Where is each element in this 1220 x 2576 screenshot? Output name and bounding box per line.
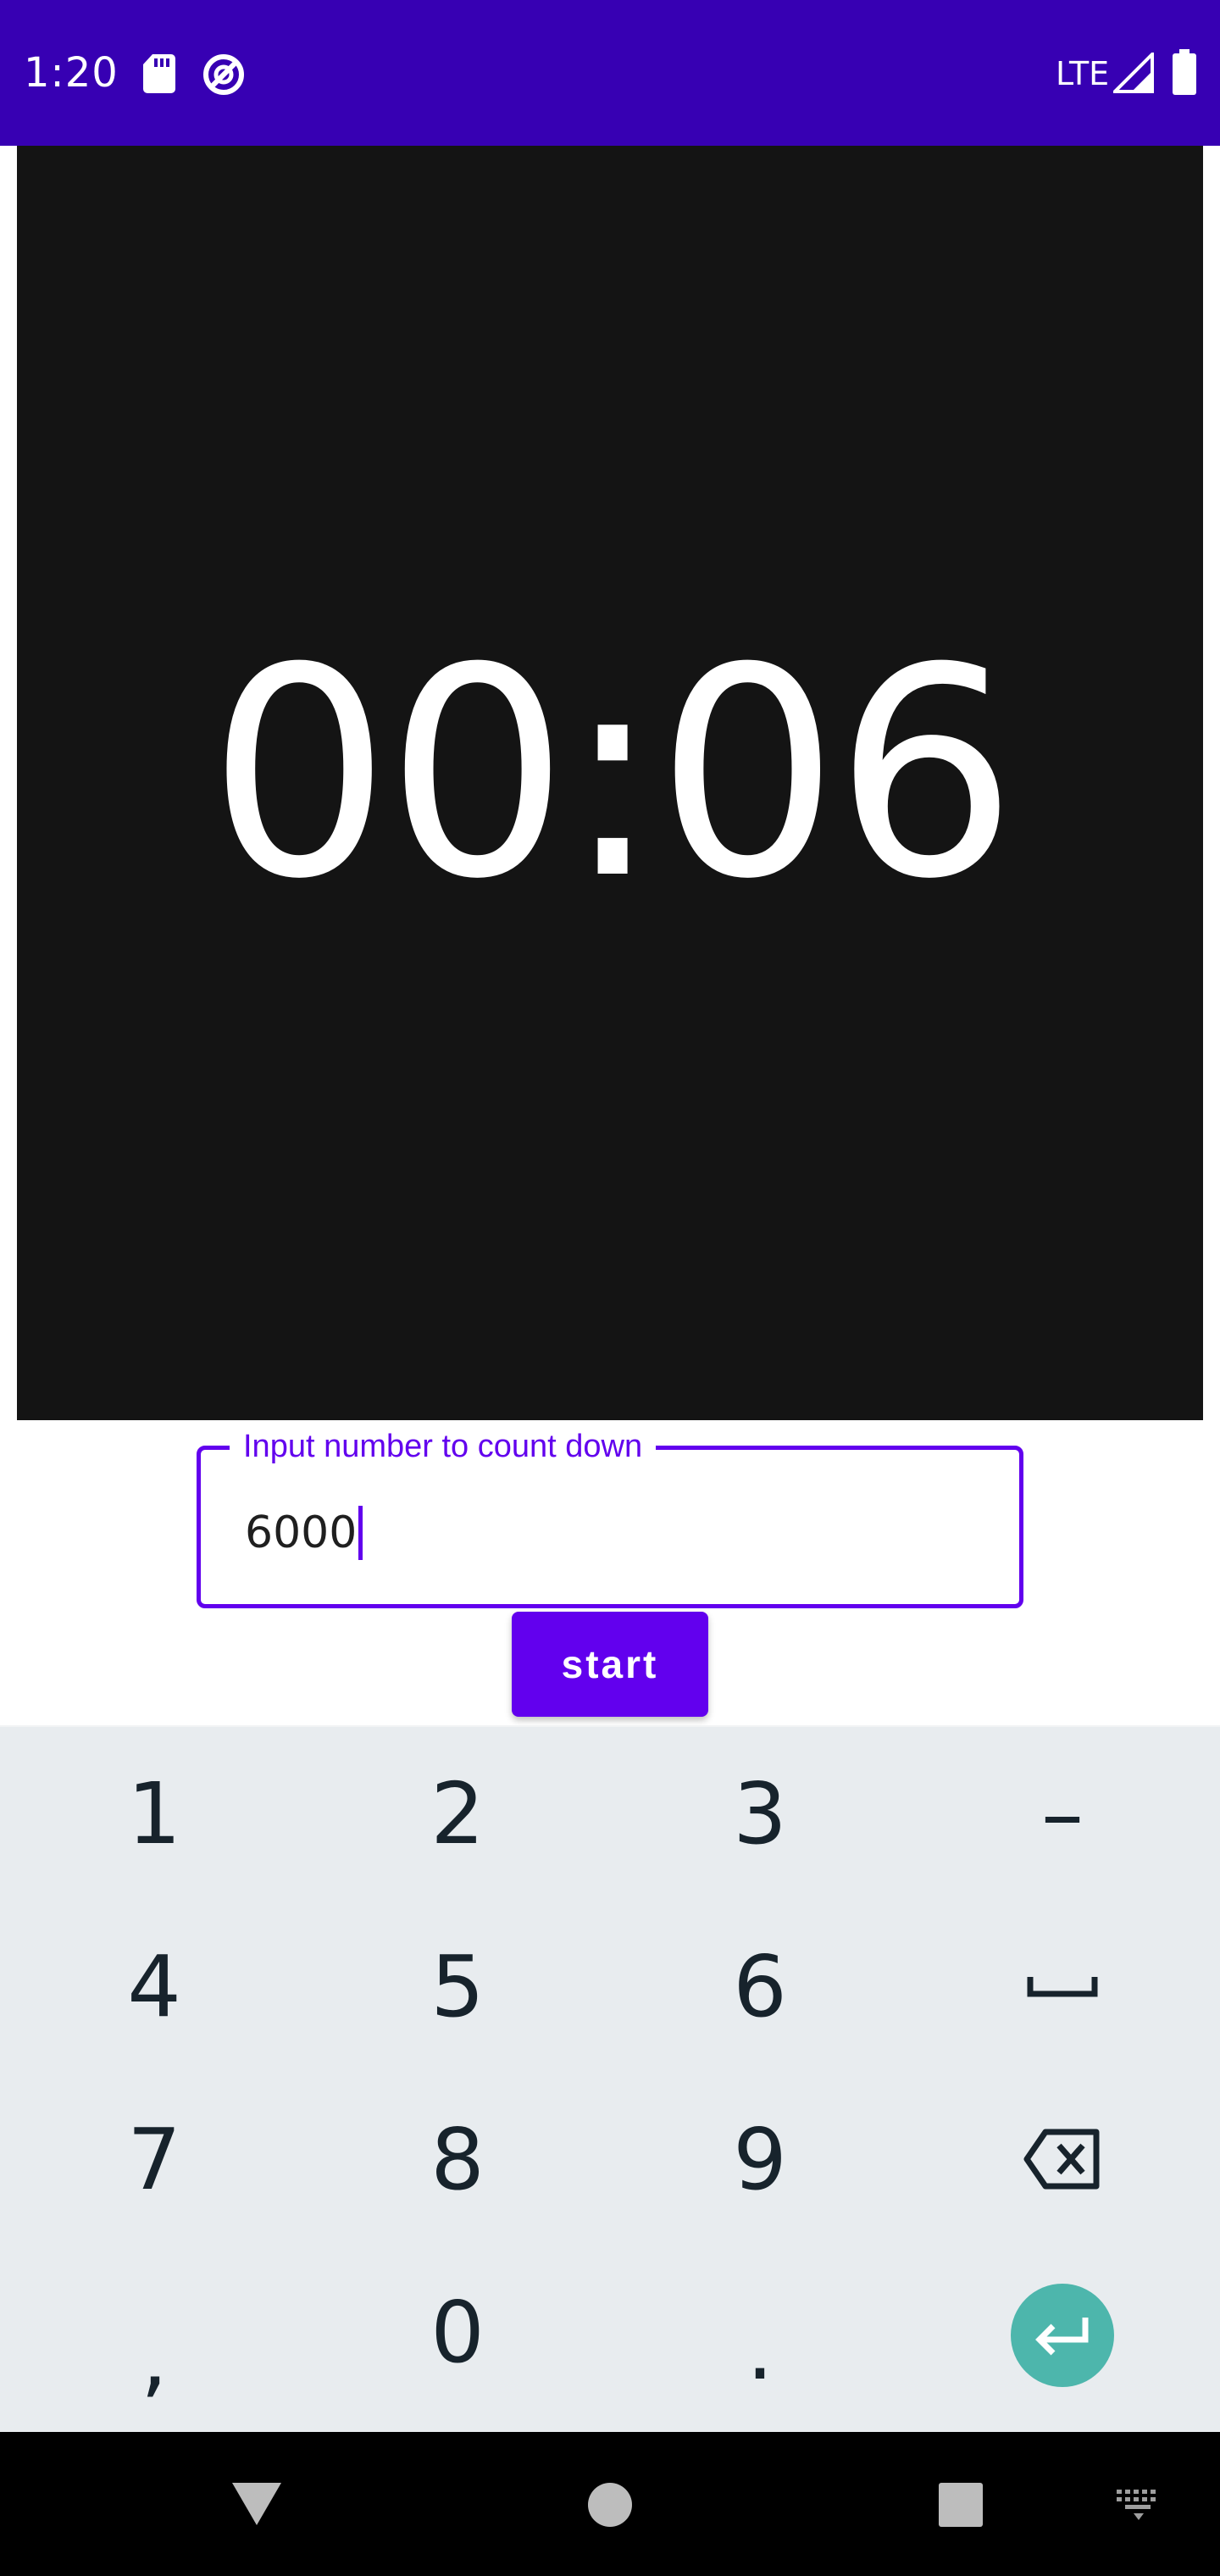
key-9[interactable]: 9 (609, 2073, 911, 2246)
count-down-input-value-wrap[interactable]: 6000 (245, 1501, 363, 1565)
numeric-keyboard: 1 2 3 – 4 5 6 7 8 9 , 0 . (0, 1725, 1220, 2432)
battery-icon (1173, 49, 1196, 95)
key-enter[interactable] (1011, 2284, 1114, 2387)
key-6[interactable]: 6 (609, 1900, 911, 2073)
start-button[interactable]: start (512, 1612, 708, 1717)
key-5[interactable]: 5 (307, 1900, 608, 2073)
key-7-label: 7 (127, 2109, 181, 2209)
status-time: 1:20 (24, 49, 119, 97)
sd-card-icon (143, 54, 175, 93)
key-5-label: 5 (430, 1936, 485, 2036)
text-cursor (358, 1506, 363, 1560)
enter-icon (1035, 2318, 1089, 2356)
key-3-label: 3 (733, 1763, 787, 1863)
keyboard-switch-icon[interactable] (1115, 2488, 1162, 2522)
key-4[interactable]: 4 (3, 1900, 305, 2073)
key-8-label: 8 (430, 2109, 485, 2209)
space-icon (1027, 1977, 1098, 1997)
home-icon[interactable] (586, 2481, 634, 2529)
count-down-input-label: Input number to count down (230, 1424, 657, 1468)
key-period[interactable]: . (609, 2246, 911, 2418)
key-1-label: 1 (127, 1763, 181, 1863)
status-bar: 1:20 LTE (0, 0, 1220, 146)
key-1[interactable]: 1 (3, 1727, 305, 1900)
key-7[interactable]: 7 (3, 2073, 305, 2246)
key-backspace[interactable] (912, 2073, 1213, 2246)
key-2-label: 2 (430, 1763, 485, 1863)
backspace-icon (1023, 2129, 1100, 2190)
key-space[interactable] (912, 1900, 1213, 2073)
signal-icon (1113, 53, 1154, 93)
countdown-text: 00:06 (208, 607, 1018, 942)
key-minus[interactable]: – (912, 1727, 1213, 1900)
network-type: LTE (1056, 55, 1110, 92)
recents-icon[interactable] (937, 2481, 984, 2529)
key-3[interactable]: 3 (609, 1727, 911, 1900)
do-not-disturb-icon (203, 54, 244, 95)
timer-display: 00:06 (17, 146, 1203, 1420)
key-8[interactable]: 8 (307, 2073, 608, 2246)
key-0[interactable]: 0 (307, 2246, 608, 2418)
count-down-input-value[interactable]: 6000 (245, 1501, 357, 1565)
key-minus-label: – (1041, 1763, 1084, 1863)
count-down-input[interactable]: Input number to count down 6000 (197, 1424, 1023, 1608)
key-6-label: 6 (733, 1936, 787, 2036)
key-comma[interactable]: , (3, 2246, 305, 2418)
key-comma-label: , (141, 2307, 168, 2407)
key-period-label: . (746, 2299, 774, 2399)
key-9-label: 9 (733, 2109, 787, 2209)
key-4-label: 4 (127, 1936, 181, 2036)
back-icon[interactable] (230, 2479, 283, 2527)
key-2[interactable]: 2 (307, 1727, 608, 1900)
key-0-label: 0 (430, 2282, 485, 2382)
app-screen: 1:20 LTE 00:06 Input number to count dow… (0, 0, 1220, 2576)
navigation-bar (0, 2432, 1220, 2576)
